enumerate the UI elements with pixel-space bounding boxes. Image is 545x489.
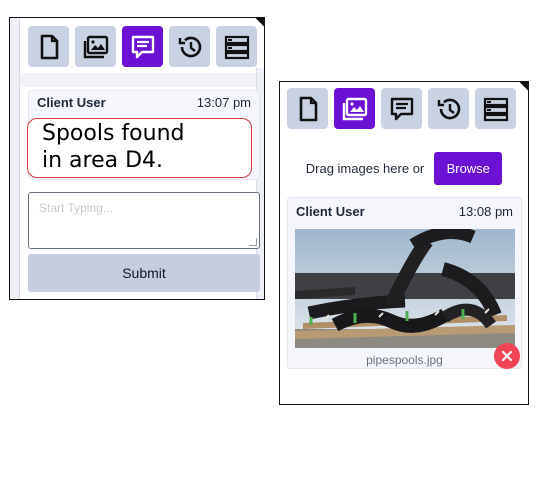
document-icon <box>40 34 58 59</box>
history-tab[interactable] <box>428 88 469 129</box>
submit-button[interactable]: Submit <box>28 254 260 292</box>
message-header: Client User 13:07 pm <box>37 95 251 110</box>
close-icon <box>501 350 513 362</box>
images-toolbar <box>287 88 522 129</box>
browse-button[interactable]: Browse <box>434 152 503 185</box>
upload-dropzone[interactable]: Drag images here or Browse <box>280 152 528 185</box>
list-icon <box>483 97 508 121</box>
chat-tab[interactable] <box>122 26 163 67</box>
message-input-placeholder: Start Typing... <box>39 201 113 215</box>
message-author: Client User <box>296 204 365 219</box>
history-icon <box>178 36 201 57</box>
history-icon <box>437 98 460 119</box>
list-tab[interactable] <box>216 26 257 67</box>
uploaded-image[interactable] <box>295 229 515 348</box>
chat-toolbar <box>28 26 263 67</box>
documents-tab[interactable] <box>28 26 69 67</box>
image-filename: pipespools.jpg <box>366 353 443 367</box>
remove-image-button[interactable] <box>494 343 520 369</box>
left-edge <box>10 18 20 299</box>
chat-tab[interactable] <box>381 88 422 129</box>
chat-panel: Client User 13:07 pm Spools found in are… <box>9 17 265 300</box>
message-text: Spools found in area D4. <box>27 118 252 178</box>
documents-tab[interactable] <box>287 88 328 129</box>
images-tab[interactable] <box>75 26 116 67</box>
message-header: Client User 13:08 pm <box>296 204 513 219</box>
images-panel: Drag images here or Browse Client User 1… <box>279 81 529 405</box>
list-tab[interactable] <box>475 88 516 129</box>
message-time: 13:07 pm <box>196 95 251 110</box>
image-icon <box>342 97 367 120</box>
image-icon <box>83 35 108 58</box>
image-message-card: Client User 13:08 pm pipespools.jpg <box>287 197 522 369</box>
document-icon <box>299 96 317 121</box>
chat-icon <box>131 35 154 58</box>
history-tab[interactable] <box>169 26 210 67</box>
resize-grip[interactable] <box>249 238 257 246</box>
upload-hint: Drag images here or <box>305 161 425 176</box>
toolbar-divider <box>20 73 256 87</box>
message-time: 13:08 pm <box>458 204 513 219</box>
images-tab[interactable] <box>334 88 375 129</box>
chat-icon <box>390 97 413 120</box>
message-author: Client User <box>37 95 106 110</box>
pipe-spools-photo <box>295 229 515 348</box>
message-input[interactable]: Start Typing... <box>28 192 260 249</box>
list-icon <box>224 35 249 59</box>
